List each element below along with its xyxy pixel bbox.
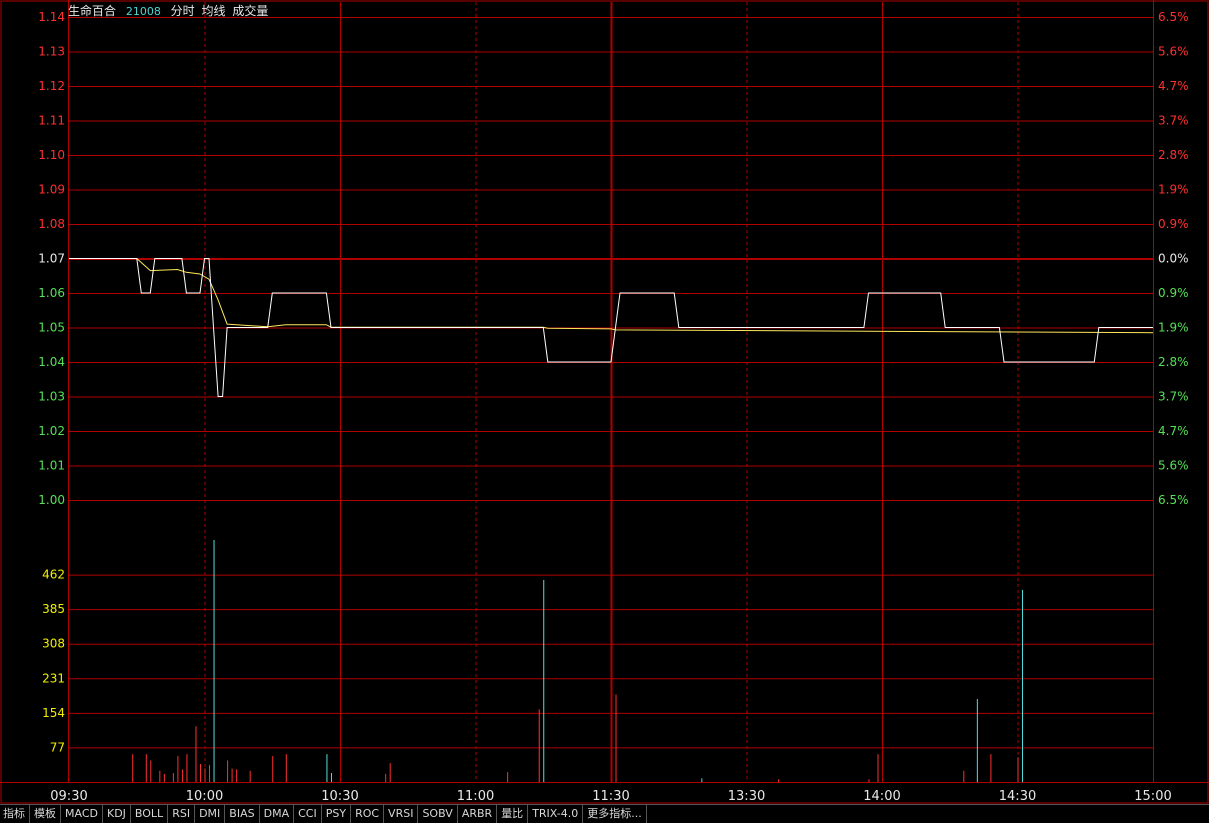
price-tick-label: 1.07	[38, 252, 65, 266]
indicator-tab-11[interactable]: ROC	[351, 805, 385, 823]
time-tick-label: 11:30	[592, 789, 629, 804]
percent-tick-label: 2.8%	[1158, 355, 1189, 369]
percent-tick-label: 1.9%	[1158, 183, 1189, 197]
volume-tick-label: 154	[42, 706, 65, 720]
time-tick-label: 10:30	[321, 789, 358, 804]
percent-tick-label: 3.7%	[1158, 114, 1189, 128]
percent-tick-label: 6.5%	[1158, 493, 1189, 507]
indicator-tab-3[interactable]: KDJ	[103, 805, 131, 823]
indicator-tab-2[interactable]: MACD	[61, 805, 103, 823]
percent-tick-label: 5.6%	[1158, 45, 1189, 59]
price-tick-label: 1.12	[38, 79, 65, 93]
indicator-tab-6[interactable]: DMI	[195, 805, 226, 823]
indicator-tab-15[interactable]: 量比	[497, 805, 529, 823]
indicator-tab-12[interactable]: VRSI	[384, 805, 419, 823]
percent-tick-label: 0.0%	[1158, 252, 1189, 266]
percent-tick-label: 2.8%	[1158, 148, 1189, 162]
volume-bars	[132, 540, 1024, 782]
time-tick-label: 11:00	[457, 789, 494, 804]
price-tick-label: 1.11	[38, 114, 65, 128]
percent-tick-label: 0.9%	[1158, 217, 1189, 231]
time-tick-label: 15:00	[1134, 789, 1171, 804]
indicator-tab-7[interactable]: BIAS	[225, 805, 260, 823]
indicator-tab-8[interactable]: DMA	[260, 805, 295, 823]
indicator-tab-9[interactable]: CCI	[294, 805, 322, 823]
percent-tick-label: 5.6%	[1158, 459, 1189, 473]
price-tick-label: 1.02	[38, 424, 65, 438]
price-tick-label: 1.00	[38, 493, 65, 507]
price-tick-label: 1.03	[38, 390, 65, 404]
percent-tick-label: 0.9%	[1158, 286, 1189, 300]
indicator-tab-4[interactable]: BOLL	[131, 805, 169, 823]
price-tick-label: 1.13	[38, 45, 65, 59]
price-tick-label: 1.04	[38, 355, 65, 369]
price-tick-label: 1.08	[38, 217, 65, 231]
volume-tick-label: 308	[42, 637, 65, 651]
percent-tick-label: 4.7%	[1158, 79, 1189, 93]
volume-tick-label: 385	[42, 602, 65, 616]
time-tick-label: 14:30	[999, 789, 1036, 804]
stock-code: 21008	[125, 5, 161, 18]
indicator-tab-0[interactable]: 指标	[0, 805, 30, 823]
time-tick-label: 09:30	[50, 789, 87, 804]
percent-tick-label: 4.7%	[1158, 424, 1189, 438]
indicator-tab-1[interactable]: 模板	[30, 805, 61, 823]
indicator-tab-16[interactable]: TRIX-4.0	[528, 805, 584, 823]
volume-tick-label: 231	[42, 671, 65, 685]
volume-tick-label: 462	[42, 568, 65, 582]
percent-tick-label: 3.7%	[1158, 390, 1189, 404]
label-volume: 成交量	[232, 4, 269, 18]
price-axis-labels: 1.14 1.13 1.12 1.11 1.10 1.09 1.08 1.07 1.06 1.05…	[38, 10, 65, 507]
indicator-tab-17[interactable]: 更多指标...	[583, 805, 647, 823]
label-average-line: 均线	[201, 4, 226, 18]
time-tick-label: 10:00	[186, 789, 223, 804]
percent-tick-label: 1.9%	[1158, 321, 1189, 335]
stock-name: 生命百合	[68, 4, 117, 18]
price-tick-label: 1.06	[38, 286, 65, 300]
time-tick-label: 13:30	[728, 789, 765, 804]
price-tick-label: 1.05	[38, 321, 65, 335]
time-axis-labels: 09:30 10:00 10:30 11:00 11:30 13:30 14:00 14:30…	[50, 789, 1171, 804]
chart-grid	[0, 0, 1209, 804]
price-tick-label: 1.10	[38, 148, 65, 162]
indicator-tab-5[interactable]: RSI	[168, 805, 196, 823]
time-gridlines	[204, 2, 1019, 782]
label-time-share: 分时	[170, 4, 195, 18]
price-tick-label: 1.14	[38, 10, 65, 24]
indicator-tab-14[interactable]: ARBR	[458, 805, 498, 823]
indicator-tab-bar: 指标 模板 MACD KDJ BOLL RSI DMI BIAS DMA CCI PSY ROC VRS…	[0, 804, 1209, 823]
price-tick-label: 1.01	[38, 459, 65, 473]
time-tick-label: 14:00	[863, 789, 900, 804]
volume-axis-labels: 462 385 308 231 154 77	[42, 568, 65, 755]
indicator-tab-13[interactable]: SOBV	[418, 805, 458, 823]
intraday-chart[interactable]: 1.14 1.13 1.12 1.11 1.10 1.09 1.08 1.07 1.06 1.05…	[0, 0, 1209, 804]
percent-tick-label: 6.5%	[1158, 10, 1189, 24]
chart-header: 生命百合 21008 分时 均线 成交量	[68, 2, 274, 19]
price-tick-label: 1.09	[38, 183, 65, 197]
volume-tick-label: 77	[50, 740, 65, 754]
percent-axis-labels: 6.5% 5.6% 4.7% 3.7% 2.8% 1.9% 0.9% 0.0% 0.9% 1.9%…	[1158, 10, 1189, 507]
indicator-tab-10[interactable]: PSY	[322, 805, 352, 823]
